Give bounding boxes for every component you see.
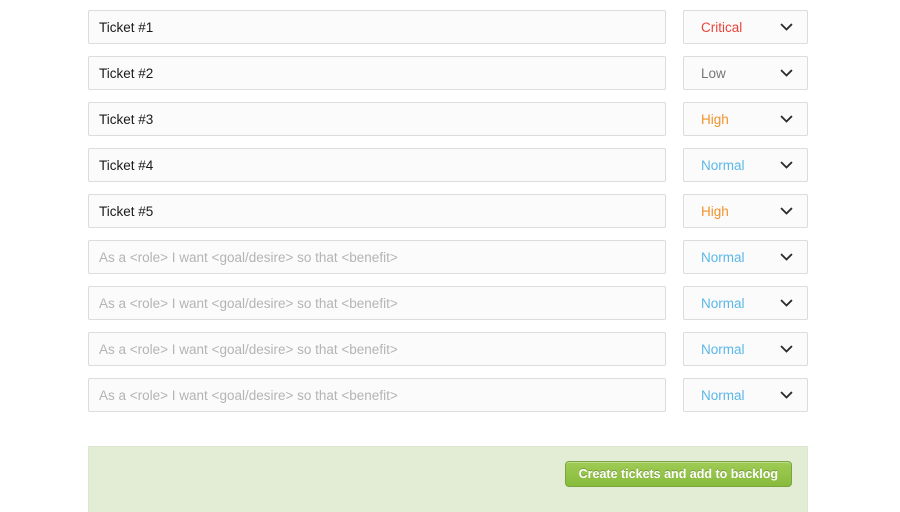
ticket-row: Low (88, 56, 810, 90)
chevron-down-icon (780, 67, 793, 80)
chevron-down-icon (780, 205, 793, 218)
priority-select[interactable]: Normal (683, 148, 808, 182)
priority-select-value: Normal (701, 341, 745, 357)
ticket-row: Normal (88, 240, 810, 274)
ticket-title-input[interactable] (88, 332, 666, 366)
chevron-down-icon (780, 343, 793, 356)
chevron-down-icon (780, 389, 793, 402)
priority-select-value: Critical (701, 19, 743, 35)
priority-select[interactable]: High (683, 194, 808, 228)
chevron-down-icon (780, 21, 793, 34)
chevron-down-icon (780, 159, 793, 172)
priority-select[interactable]: Normal (683, 332, 808, 366)
ticket-title-input[interactable] (88, 148, 666, 182)
priority-select[interactable]: Low (683, 56, 808, 90)
ticket-row: Normal (88, 332, 810, 366)
ticket-row: Normal (88, 286, 810, 320)
ticket-row: High (88, 194, 810, 228)
priority-select-value: Normal (701, 157, 745, 173)
priority-select[interactable]: Normal (683, 240, 808, 274)
chevron-down-icon (780, 297, 793, 310)
priority-select-value: Low (701, 65, 726, 81)
create-tickets-button[interactable]: Create tickets and add to backlog (564, 461, 792, 487)
chevron-down-icon (780, 113, 793, 126)
footer-action-panel: Create tickets and add to backlog (88, 446, 808, 512)
ticket-title-input[interactable] (88, 378, 666, 412)
priority-select-value: High (701, 203, 729, 219)
priority-select-value: High (701, 111, 729, 127)
priority-select-value: Normal (701, 295, 745, 311)
chevron-down-icon (780, 251, 793, 264)
ticket-title-input[interactable] (88, 240, 666, 274)
ticket-title-input[interactable] (88, 102, 666, 136)
ticket-row: High (88, 102, 810, 136)
priority-select-value: Normal (701, 387, 745, 403)
ticket-row: Normal (88, 378, 810, 412)
priority-select[interactable]: High (683, 102, 808, 136)
priority-select-value: Normal (701, 249, 745, 265)
priority-select[interactable]: Critical (683, 10, 808, 44)
priority-select[interactable]: Normal (683, 286, 808, 320)
ticket-creation-form: Critical Low High Normal High Normal Normal Nor… (0, 0, 900, 512)
ticket-title-input[interactable] (88, 194, 666, 228)
priority-select[interactable]: Normal (683, 378, 808, 412)
ticket-title-input[interactable] (88, 56, 666, 90)
ticket-title-input[interactable] (88, 286, 666, 320)
ticket-row: Critical (88, 10, 810, 44)
ticket-title-input[interactable] (88, 10, 666, 44)
ticket-rows-list: Critical Low High Normal High Normal Normal Nor… (88, 10, 810, 424)
ticket-row: Normal (88, 148, 810, 182)
